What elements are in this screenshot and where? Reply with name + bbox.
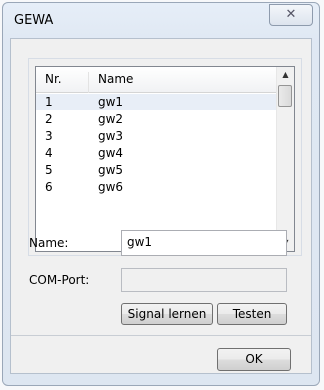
list-row[interactable]: 2 gw2 — [36, 111, 276, 127]
close-icon: ✕ — [285, 7, 297, 22]
com-port-label: COM-Port: — [29, 273, 90, 287]
row-name: gw1 — [98, 95, 124, 109]
list-row[interactable]: 5 gw5 — [36, 162, 276, 178]
window-title: GEWA — [14, 13, 54, 28]
row-nr: 5 — [45, 163, 53, 177]
ok-button[interactable]: OK — [217, 348, 291, 371]
list-row[interactable]: 4 gw4 — [36, 145, 276, 161]
list-groupbox: Nr. Name 1 gw1 2 gw2 3 gw3 4 gw4 5 gw5 6… — [28, 58, 302, 256]
row-name: gw5 — [98, 163, 124, 177]
row-name: gw4 — [98, 146, 124, 160]
divider — [11, 335, 311, 336]
com-port-input[interactable] — [121, 268, 287, 292]
row-name: gw6 — [98, 180, 124, 194]
row-name: gw2 — [98, 112, 124, 126]
gewa-list[interactable]: Nr. Name 1 gw1 2 gw2 3 gw3 4 gw4 5 gw5 6… — [35, 66, 295, 252]
row-nr: 4 — [45, 146, 53, 160]
column-separator[interactable] — [88, 72, 89, 93]
row-nr: 1 — [45, 95, 53, 109]
signal-lernen-button[interactable]: Signal lernen — [121, 303, 213, 325]
row-nr: 3 — [45, 129, 53, 143]
row-nr: 6 — [45, 180, 53, 194]
name-label: Name: — [29, 236, 69, 250]
list-row[interactable]: 1 gw1 — [36, 94, 276, 110]
dialog-window: GEWA ✕ Nr. Name 1 gw1 2 gw2 3 gw3 4 gw4 … — [2, 2, 320, 386]
testen-button[interactable]: Testen — [217, 303, 287, 325]
scroll-up-icon[interactable]: ▲ — [277, 67, 294, 83]
list-row[interactable]: 3 gw3 — [36, 128, 276, 144]
list-header: Nr. Name — [36, 67, 276, 93]
name-input[interactable]: gw1 — [121, 230, 287, 256]
close-button[interactable]: ✕ — [269, 4, 313, 26]
column-header-name[interactable]: Name — [98, 72, 133, 86]
column-header-nr[interactable]: Nr. — [45, 72, 62, 86]
list-row[interactable]: 6 gw6 — [36, 179, 276, 195]
dialog-client-area: Nr. Name 1 gw1 2 gw2 3 gw3 4 gw4 5 gw5 6… — [10, 38, 312, 374]
list-scrollbar[interactable]: ▲ ▼ — [276, 67, 294, 251]
row-name: gw3 — [98, 129, 124, 143]
scroll-thumb[interactable] — [278, 85, 292, 107]
row-nr: 2 — [45, 112, 53, 126]
